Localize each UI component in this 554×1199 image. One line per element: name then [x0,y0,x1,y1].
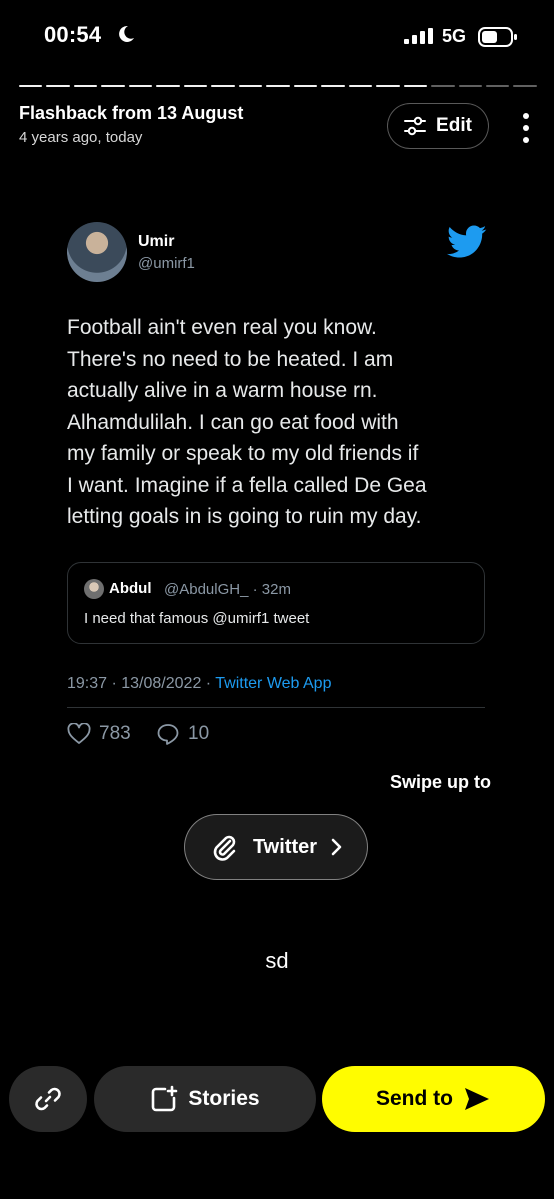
attachment-label: Twitter [252,835,318,858]
attachment-link-button[interactable]: Twitter [184,814,368,880]
sliders-icon [404,116,427,136]
progress-segment [238,85,263,87]
edit-button[interactable]: Edit [387,103,489,149]
progress-segment [293,85,318,87]
tweet-source: Twitter Web App [215,675,332,692]
status-time: 00:54 [44,22,102,47]
reply-bubble-icon [157,724,179,745]
tweet-text-line: There's no need to be heated. I am [67,347,394,371]
replies-stat: 10 [156,723,209,745]
tweet-text: Football ain't even real you know. There'… [67,312,497,533]
tweet-text-line: actually alive in a warm house rn. [67,379,378,402]
author-handle: @umirf1 [138,255,195,272]
progress-segment [211,85,235,87]
progress-segment [513,85,537,87]
story-caption: sd [265,948,289,973]
tweet-text-line: Football ain't even real you know. [67,316,377,339]
network-type: 5G [442,26,467,46]
quote-author-name: Abdul [109,580,152,597]
progress-segment [128,85,153,87]
progress-segment [156,85,180,87]
link-icon [35,1087,61,1111]
more-options-icon[interactable] [514,111,538,145]
story-title: Flashback from 13 August [19,103,244,123]
quote-text: I need that famous @umirf1 tweet [84,610,310,627]
paperclip-icon [213,835,236,861]
progress-segment [101,85,125,87]
add-story-icon [152,1085,178,1112]
story-subtitle: 4 years ago, today [19,129,143,146]
likes-stat: 783 [67,723,131,745]
chevron-right-icon [331,838,342,856]
stories-label: Stories [188,1087,260,1110]
send-label: Send to [376,1087,453,1110]
edit-label: Edit [436,115,472,136]
tweet-text-line: my family or speak to my old friends if [67,442,419,465]
author-avatar [67,222,127,282]
signal-icon [404,28,433,44]
battery-icon [478,27,517,47]
moon-icon [119,25,134,42]
progress-segment [46,85,70,87]
tweet-meta: 19:37 · 13/08/2022 · Twitter Web App [67,675,331,693]
likes-count: 783 [99,723,131,744]
tweet-datetime: 19:37 · 13/08/2022 · [67,675,216,692]
progress-segment [403,85,428,87]
divider [67,707,485,708]
progress-segment [266,85,290,87]
quote-author-avatar [84,579,104,599]
swipe-up-hint: Swipe up to [390,772,491,792]
progress-segment [376,85,400,87]
send-arrow-icon [465,1088,489,1110]
progress-segment [321,85,345,87]
quote-author-handle: @AbdulGH_ · 32m [164,581,291,598]
quoted-tweet[interactable] [67,562,485,644]
send-to-button[interactable]: Send to [322,1066,545,1132]
tweet-text-line: Alhamdulilah. I can go eat food with [67,410,399,434]
add-to-stories-button[interactable]: Stories [94,1066,316,1132]
heart-icon [67,723,91,744]
progress-segment [19,85,43,87]
tweet-text-line: I want. Imagine if a fella called De Gea [67,473,427,497]
author-name: Umir [138,233,175,250]
progress-segment [183,85,208,87]
twitter-bird-icon [447,225,487,258]
progress-segment [485,85,510,87]
progress-segment [431,85,455,87]
story-progress-bar [19,85,537,88]
tweet-text-line: letting goals in is going to ruin my day… [67,505,422,528]
progress-segment [348,85,373,87]
copy-link-button[interactable] [9,1066,87,1132]
replies-count: 10 [188,723,210,744]
progress-segment [73,85,98,87]
progress-segment [458,85,482,87]
